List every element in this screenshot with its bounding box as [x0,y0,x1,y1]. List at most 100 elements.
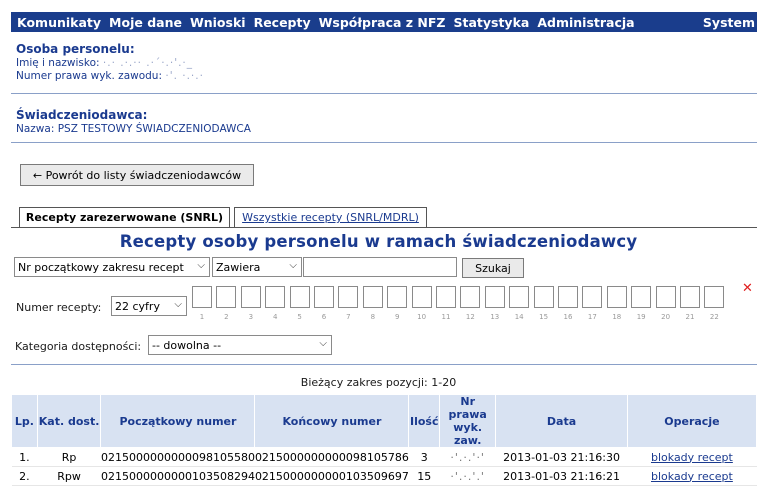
recipe-digit-input[interactable] [192,286,212,308]
table-row: 3.Rp021500000000012226428502150000000001… [11,485,757,490]
menu-item-wnioski[interactable]: Wnioski [190,15,246,30]
col-header-category: Kat. dost. [36,394,102,448]
page-heading: Recepty osoby personelu w ramach świadcz… [119,232,638,251]
menu-item-administracja[interactable]: Administracja [537,15,634,30]
recipe-digit-index: 13 [490,313,500,321]
row-lp: 2. [11,466,38,486]
search-operator-select-value: Zawiera [216,260,261,274]
menu-item-statystyka[interactable]: Statystyka [453,15,529,30]
person-license-value: ·'. ·.·.· [165,70,204,82]
recipe-length-select[interactable]: 22 cyfry ⌵ [111,296,187,316]
row-start-number: 0215000000000122264285 [100,485,255,490]
recipe-digit-index: 5 [297,313,302,321]
recipe-digit-index: 14 [514,313,524,321]
recipe-digit-input[interactable] [216,286,237,308]
row-operations: blokady recept [627,466,757,486]
chevron-down-icon: ⌵ [319,338,327,349]
row-operations: blokady recept [627,447,757,467]
row-quantity: 15 [408,466,440,486]
recipe-digit-index: 11 [441,313,451,321]
person-license-line: Numer prawa wyk. zawodu: ·'. ·.·.· [16,70,204,82]
row-start-number: 0215000000000103508294 [100,466,255,486]
recipe-digit-input[interactable] [631,286,652,308]
col-header-end-number: Końcowy numer [254,394,410,448]
recipe-digit-input[interactable] [436,286,456,308]
recipe-digit-input[interactable] [460,286,481,308]
provider-name-line: Nazwa: PSZ TESTOWY ŚWIADCZENIODAWCA [16,123,251,135]
recipe-digit-input[interactable] [558,286,578,308]
recipe-digit-index: 15 [539,313,549,321]
back-to-providers-button[interactable]: ← Powrót do listy świadczeniodawców [20,164,254,186]
search-operator-select[interactable]: Zawiera ⌵ [212,257,302,277]
row-date: 2013-01-03 21:16:21 [495,466,628,486]
person-license-label: Numer prawa wyk. zawodu: [16,70,163,82]
row-start-number: 0215000000000098105580 [100,447,255,467]
row-end-number: 0215000000000122264481 [254,485,409,490]
recipe-digit-index: 22 [709,313,719,321]
recipe-length-select-value: 22 cyfry [115,299,160,313]
recipe-digit-index: 8 [370,313,376,321]
recipe-digit-index: 10 [417,313,427,321]
recipe-digit-input[interactable] [411,286,432,308]
chevron-down-icon: ⌵ [174,299,182,310]
col-header-quantity: Ilość [408,394,441,448]
recipe-digit-input[interactable] [509,286,530,308]
search-field-select[interactable]: Nr początkowy zakresu recept ⌵ [14,257,210,277]
row-end-number: 0215000000000103509697 [254,466,409,486]
recipe-digit-index: 21 [685,313,695,321]
menu-item-recepty[interactable]: Recepty [254,15,311,30]
recipe-blocks-link[interactable]: blokady recept [651,470,733,483]
category-select-value: -- dowolna -- [152,338,222,352]
person-name-value: ·.· .·.·· .·´·.·'.·_ [102,57,194,69]
row-date: 2013-01-03 21:16:30 [495,447,628,467]
recipe-digit-input[interactable] [338,286,359,308]
recipe-digit-input[interactable] [265,286,286,308]
recipe-digit-index: 16 [563,313,573,321]
col-header-date: Data [495,394,628,448]
recipe-digit-input[interactable] [704,286,725,308]
recipe-digit-input[interactable] [582,286,603,308]
tab-all-recipes[interactable]: Wszystkie recepty (SNRL/MDRL) [234,207,427,227]
recipe-digit-index: 9 [394,313,400,321]
row-lp: 1. [11,447,38,467]
divider [11,93,757,94]
col-header-lp: Lp. [11,394,38,448]
recipe-digit-input[interactable] [680,286,700,308]
menu-item-moje-dane[interactable]: Moje dane [109,15,182,30]
recipe-digit-index: 2 [224,313,229,321]
recipe-digit-input[interactable] [655,286,676,308]
recipe-digit-index: 6 [321,313,327,321]
recipe-number-label: Numer recepty: [16,301,102,314]
recipe-digit-index: 19 [636,313,646,321]
table-row: 2. Rpw 0215000000000103508294 0215000000000… [11,466,757,486]
recipe-digit-index: 1 [199,313,205,321]
menu-item-system[interactable]: System [703,15,755,30]
recipe-digit-index: 4 [272,313,278,321]
clear-icon[interactable]: ✕ [742,281,753,296]
person-section-title: Osoba personelu: [16,42,135,56]
search-input[interactable] [303,257,457,277]
recipe-digit-input[interactable] [484,286,505,308]
row-category: Rp [37,485,101,490]
recipe-digit-input[interactable] [606,286,627,308]
recipe-digit-input[interactable] [289,286,310,308]
divider [11,142,757,143]
search-field-select-value: Nr początkowy zakresu recept [18,260,184,274]
col-header-license: Nr prawa wyk. zaw. [439,394,497,448]
col-header-operations: Operacje [626,394,757,448]
menu-item-komunikaty[interactable]: Komunikaty [17,15,101,30]
recipe-digit-input[interactable] [362,286,383,308]
recipe-blocks-link[interactable]: blokady recept [651,451,733,464]
tab-reserved-recipes[interactable]: Recepty zarezerwowane (SNRL) [19,207,230,227]
recipe-digit-input[interactable] [314,286,334,308]
col-header-start-number: Początkowy numer [100,394,256,448]
recipe-digit-input[interactable] [240,286,261,308]
category-select[interactable]: -- dowolna -- ⌵ [148,335,332,355]
recipe-digit-index: 7 [346,313,351,321]
search-button[interactable]: Szukaj [462,258,524,278]
recipe-digit-input[interactable] [533,286,554,308]
chevron-down-icon: ⌵ [197,260,205,271]
tab-underline [11,227,757,228]
menu-item-wsp-praca-z-nfz[interactable]: Współpraca z NFZ [319,15,446,30]
recipe-digit-input[interactable] [387,286,408,308]
